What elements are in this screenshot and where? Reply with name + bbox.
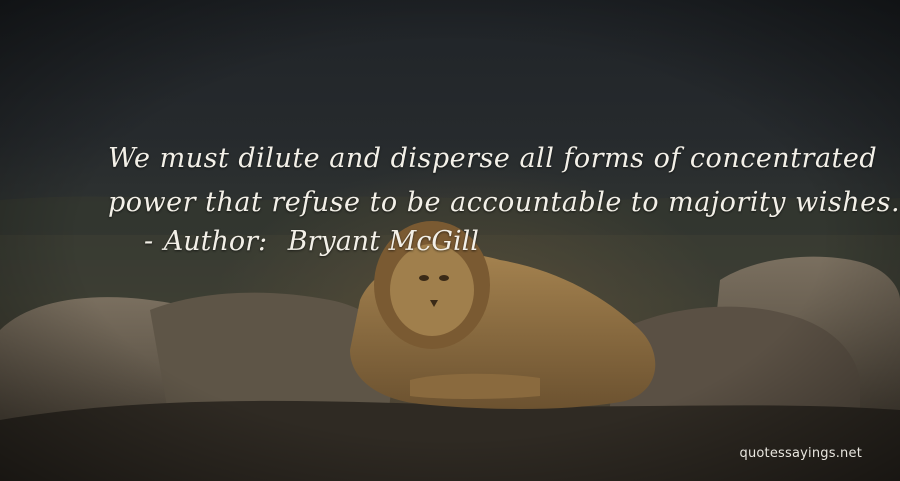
- site-watermark: quotessayings.net: [739, 446, 862, 461]
- author-dash: -: [144, 226, 154, 257]
- quote-line-1: We must dilute and disperse all forms of…: [108, 143, 878, 174]
- quote-text: We must dilute and disperse all forms of…: [108, 137, 900, 225]
- quote-line-2: power that refuse to be accountable to m…: [108, 187, 900, 218]
- author-attribution: - Author: Bryant McGill: [144, 226, 479, 257]
- author-name: Bryant McGill: [287, 226, 479, 257]
- quote-card: We must dilute and disperse all forms of…: [0, 0, 900, 481]
- author-label: Author:: [163, 226, 268, 257]
